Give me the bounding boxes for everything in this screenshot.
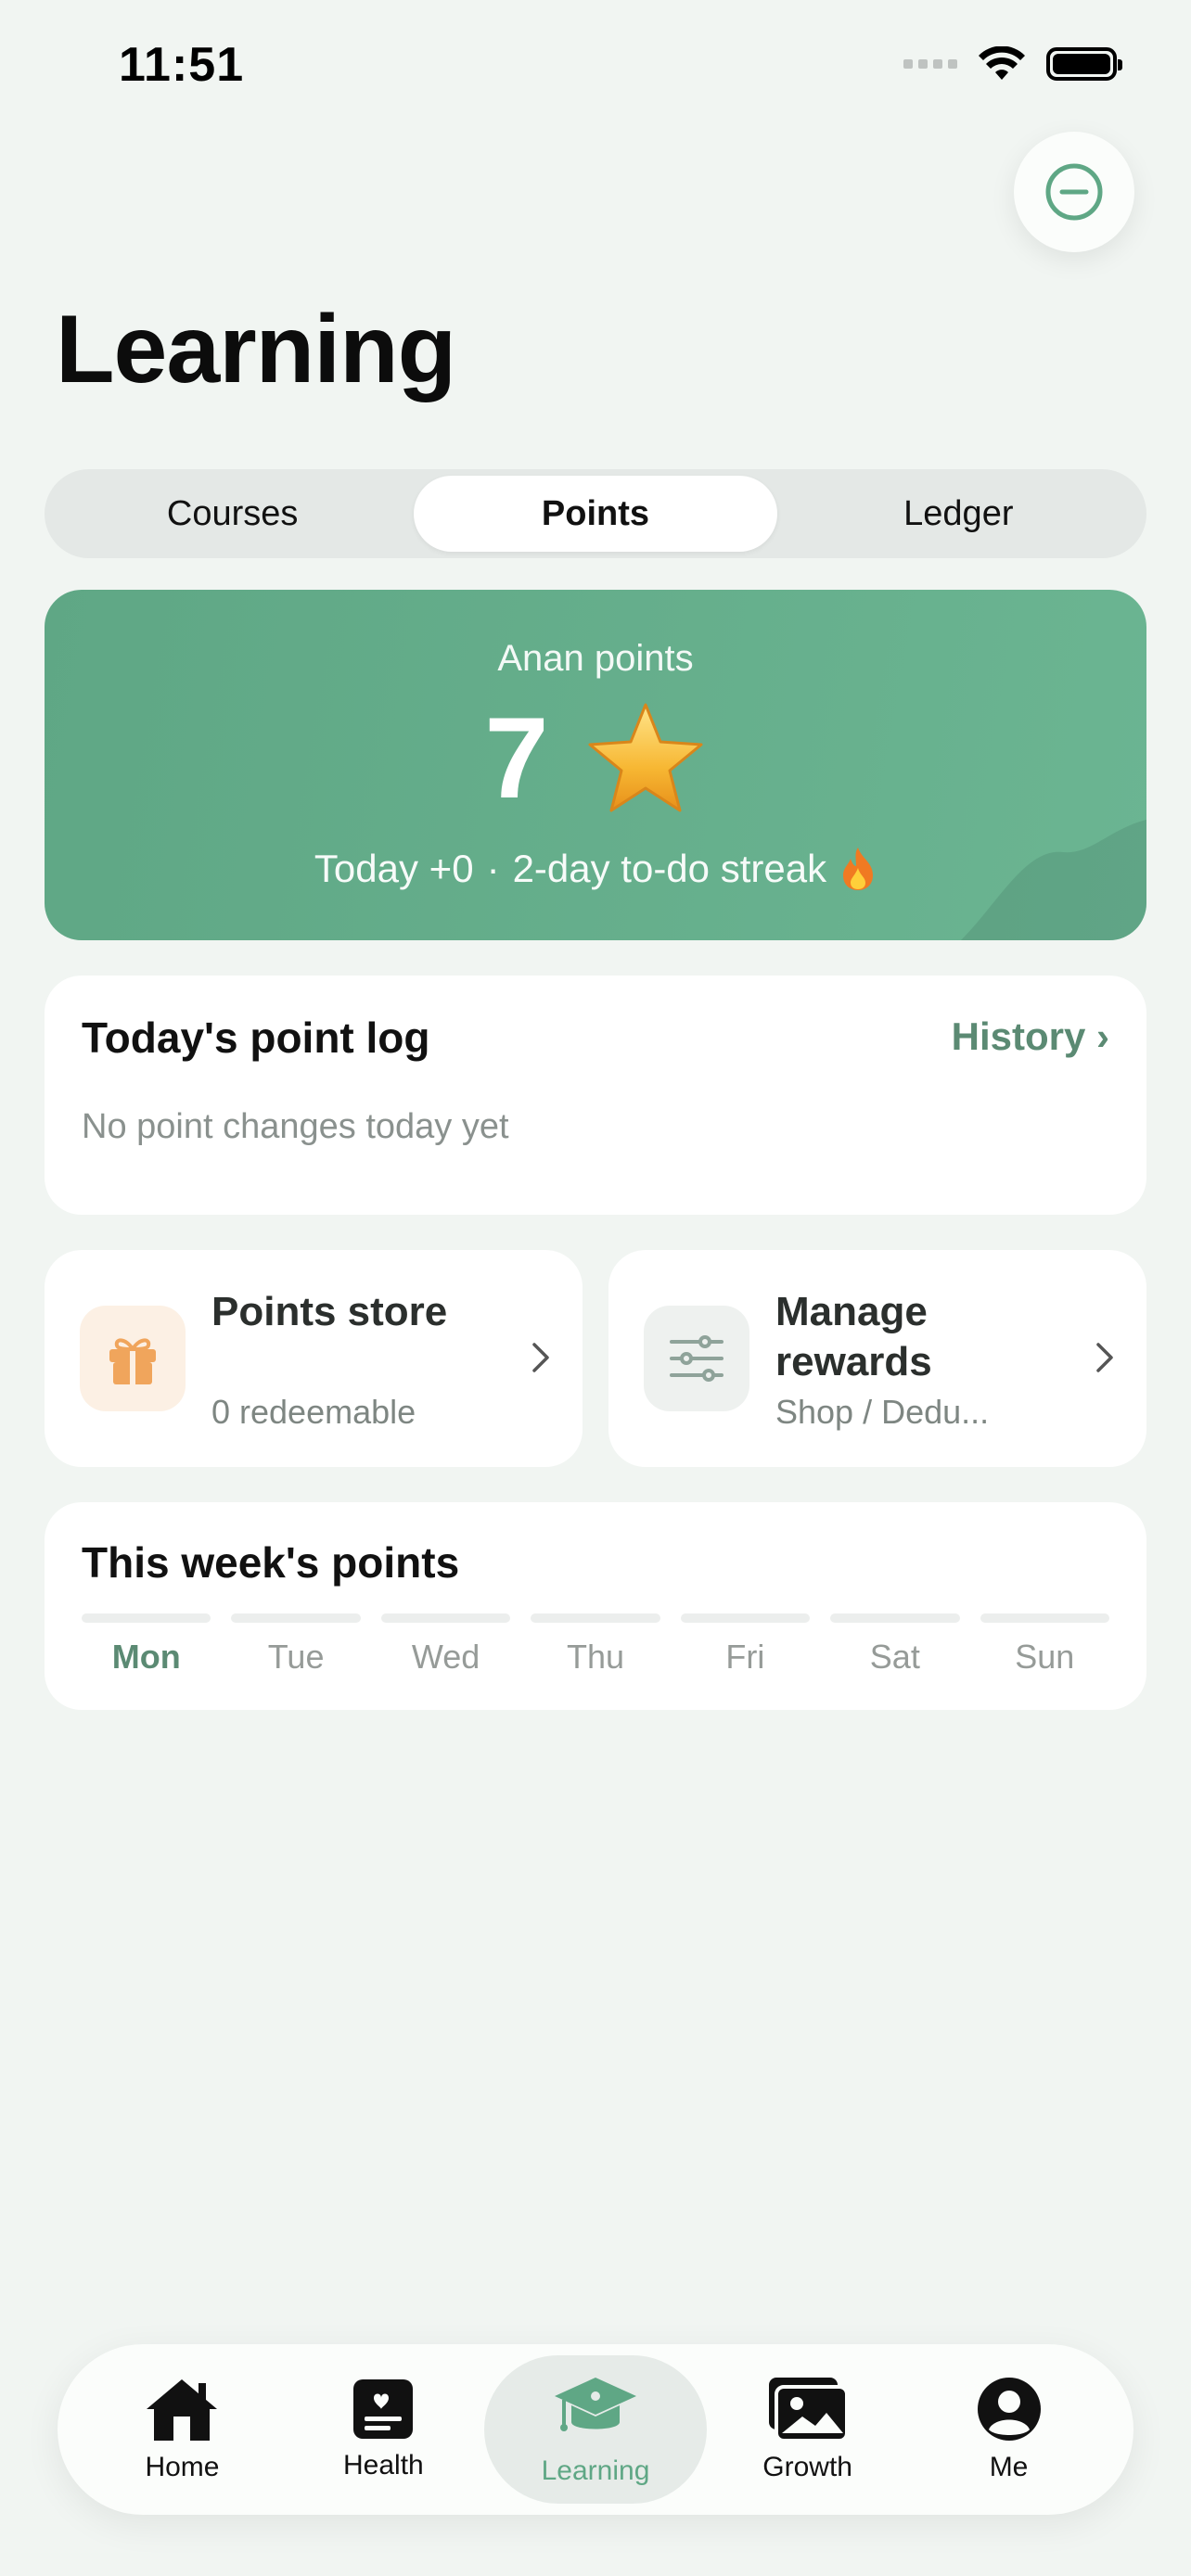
gift-icon — [109, 1338, 156, 1384]
star-icon — [588, 703, 703, 812]
meta-separator: · — [486, 847, 500, 890]
battery-icon — [1046, 47, 1122, 81]
sliders-icon-container — [644, 1306, 749, 1411]
status-time: 11:51 — [119, 38, 245, 92]
tabbar-health[interactable]: Health — [283, 2355, 484, 2504]
page-title: Learning — [56, 296, 456, 403]
manage-rewards-subtitle: Shop / Dedu... — [775, 1393, 990, 1431]
today-delta: Today +0 — [314, 847, 474, 890]
photos-icon — [768, 2378, 849, 2442]
day-mon[interactable]: Mon — [82, 1613, 211, 1677]
week-days-row: Mon Tue Wed Thu Fri Sat Sun — [82, 1613, 1109, 1677]
manage-rewards-title: Manage rewards — [775, 1289, 932, 1384]
points-value-row: 7 — [45, 701, 1146, 816]
points-meta: Today +0 · 2-day to-do streak — [45, 846, 1146, 892]
day-label: Sat — [869, 1638, 920, 1676]
points-store-tile[interactable]: Points store 0 redeemable — [45, 1250, 583, 1467]
tabbar-learning-label: Learning — [541, 2455, 650, 2486]
minus-circle-icon — [1045, 163, 1103, 221]
day-label: Mon — [111, 1638, 181, 1676]
chevron-right-icon — [1096, 1343, 1113, 1372]
sliders-icon — [670, 1335, 724, 1382]
tabbar-home-label: Home — [145, 2452, 220, 2482]
day-bar — [380, 1613, 511, 1623]
day-bar — [531, 1613, 660, 1623]
segmented-control: Courses Points Ledger — [45, 469, 1146, 558]
day-sat[interactable]: Sat — [830, 1613, 960, 1677]
points-store-subtitle: 0 redeemable — [211, 1393, 416, 1431]
cellular-signal-icon — [903, 59, 957, 69]
history-link[interactable]: History › — [952, 1014, 1109, 1059]
bottom-tab-bar: Home Health Learning Growth Me — [58, 2344, 1133, 2515]
tabbar-growth[interactable]: Growth — [707, 2355, 908, 2504]
status-indicators — [903, 46, 1122, 82]
points-store-title: Points store — [211, 1289, 448, 1334]
week-points-title: This week's points — [82, 1538, 460, 1587]
tab-courses[interactable]: Courses — [51, 476, 414, 552]
points-summary-card: Anan points 7 Today +0 · 2-day to-do str… — [45, 590, 1146, 940]
health-icon — [353, 2379, 414, 2439]
tabbar-growth-label: Growth — [762, 2452, 852, 2482]
fire-icon — [843, 848, 874, 890]
day-wed[interactable]: Wed — [380, 1613, 511, 1677]
tabbar-me-label: Me — [989, 2452, 1029, 2482]
week-points-card: This week's points Mon Tue Wed Thu Fri S… — [45, 1502, 1146, 1710]
tabbar-home[interactable]: Home — [82, 2355, 283, 2504]
day-label: Wed — [411, 1638, 480, 1676]
day-thu[interactable]: Thu — [531, 1613, 660, 1677]
day-fri[interactable]: Fri — [680, 1613, 811, 1677]
day-bar — [680, 1613, 811, 1623]
point-log-title: Today's point log — [82, 1014, 430, 1062]
day-tue[interactable]: Tue — [231, 1613, 361, 1677]
tab-ledger[interactable]: Ledger — [777, 476, 1140, 552]
point-log-empty-state: No point changes today yet — [82, 1107, 509, 1146]
streak-text: 2-day to-do streak — [512, 847, 827, 890]
day-sun[interactable]: Sun — [980, 1613, 1109, 1677]
day-label: Tue — [267, 1638, 325, 1676]
minus-button[interactable] — [1014, 132, 1134, 252]
tabbar-learning[interactable]: Learning — [483, 2355, 708, 2504]
points-label: Anan points — [497, 638, 694, 679]
points-value: 7 — [484, 695, 549, 823]
graduation-cap-icon — [554, 2378, 636, 2431]
day-label: Sun — [1015, 1638, 1075, 1676]
tabbar-health-label: Health — [343, 2450, 424, 2480]
day-label: Thu — [566, 1638, 624, 1676]
chevron-right-icon — [532, 1343, 549, 1372]
day-bar — [830, 1613, 960, 1623]
home-icon — [147, 2379, 218, 2441]
gift-icon-container — [80, 1306, 186, 1411]
day-bar — [82, 1613, 211, 1623]
tab-points[interactable]: Points — [414, 476, 777, 552]
point-log-card: Today's point log History › No point cha… — [45, 976, 1146, 1215]
wifi-icon — [979, 46, 1025, 80]
manage-rewards-tile[interactable]: Manage rewards Shop / Dedu... — [608, 1250, 1146, 1467]
person-icon — [977, 2378, 1041, 2441]
day-bar — [980, 1613, 1109, 1623]
day-label: Fri — [725, 1638, 765, 1676]
day-bar — [231, 1613, 361, 1623]
tabbar-me[interactable]: Me — [908, 2355, 1109, 2504]
